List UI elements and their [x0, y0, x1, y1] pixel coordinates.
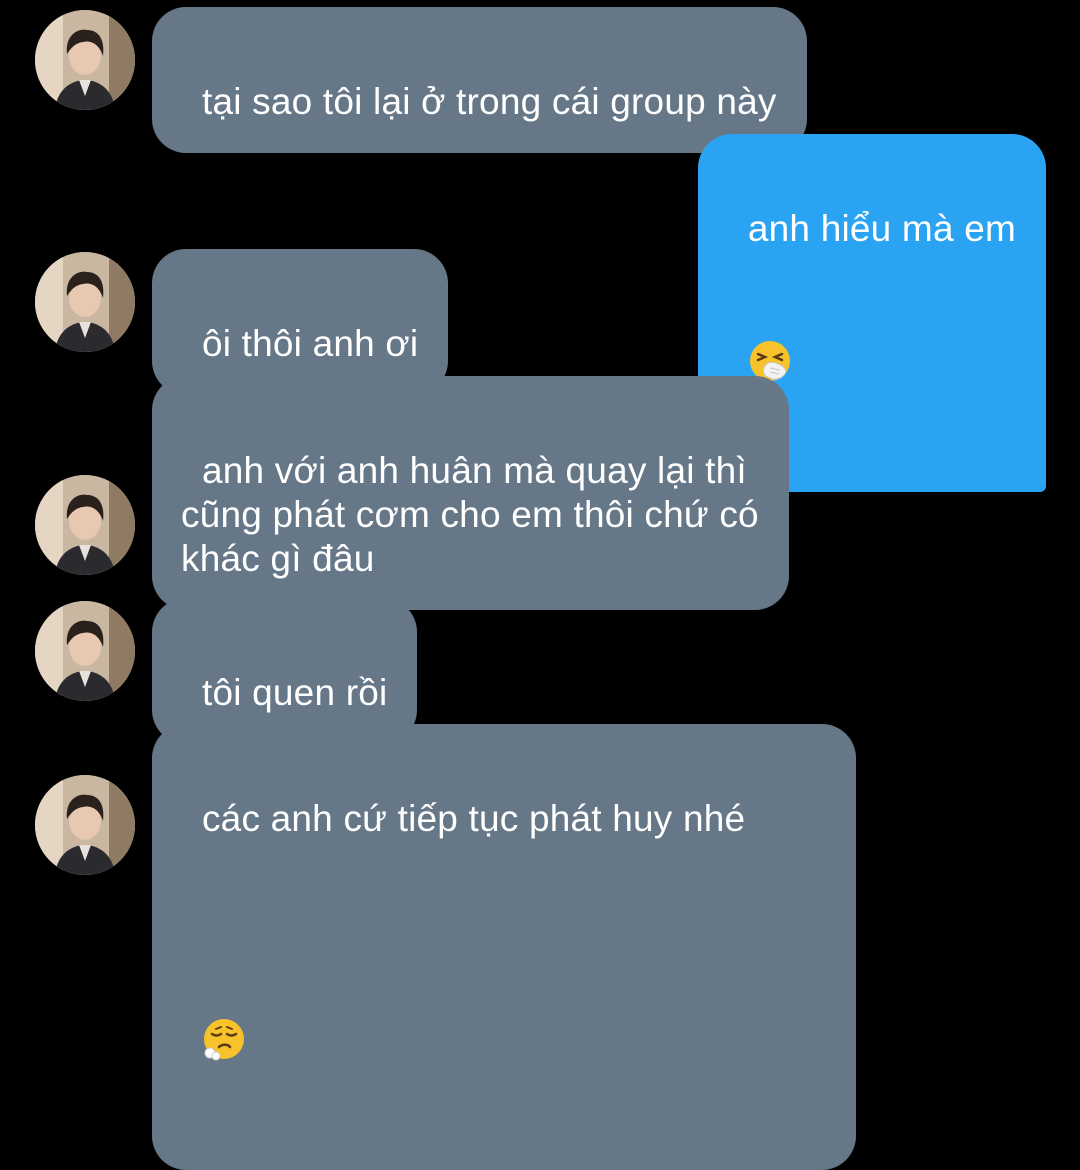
message-text: ôi thôi anh ơi: [201, 323, 419, 364]
avatar-photo: [35, 252, 135, 352]
avatar[interactable]: [35, 775, 135, 875]
avatar-photo: [35, 10, 135, 110]
face-exhaling-icon: [202, 929, 246, 1061]
message-bubble[interactable]: các anh cứ tiếp tục phát huy nhé: [152, 724, 856, 1170]
message-text: các anh cứ tiếp tục phát huy nhé: [201, 798, 746, 839]
message-text: tôi quen rồi: [201, 672, 388, 713]
avatar[interactable]: [35, 252, 135, 352]
message-text: tại sao tôi lại ở trong cái group này: [201, 81, 777, 122]
avatar[interactable]: [35, 475, 135, 575]
avatar-photo: [35, 601, 135, 701]
message-bubble[interactable]: ôi thôi anh ơi: [152, 249, 449, 395]
avatar[interactable]: [35, 601, 135, 701]
message-bubble[interactable]: tại sao tôi lại ở trong cái group này: [152, 7, 807, 153]
message-text: anh hiểu mà em: [747, 208, 1016, 249]
avatar[interactable]: [35, 10, 135, 110]
message-text: anh với anh huân mà quay lại thì cũng ph…: [181, 450, 759, 579]
avatar-photo: [35, 775, 135, 875]
avatar-photo: [35, 475, 135, 575]
message-bubble[interactable]: anh với anh huân mà quay lại thì cũng ph…: [152, 376, 789, 610]
message-bubble[interactable]: tôi quen rồi: [152, 598, 418, 744]
sneezing-face-icon: [748, 251, 792, 381]
